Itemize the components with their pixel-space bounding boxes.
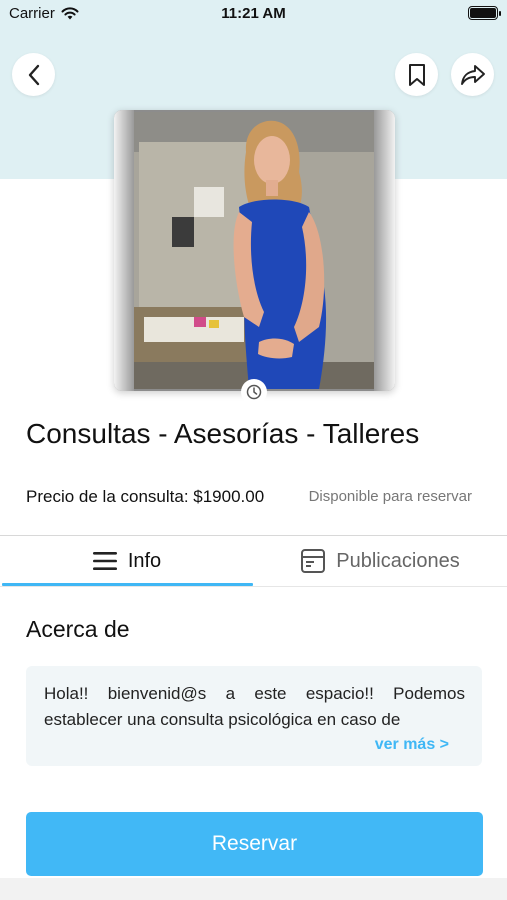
bookmark-icon <box>408 63 425 86</box>
chevron-left-icon <box>28 64 39 85</box>
back-button[interactable] <box>12 53 55 96</box>
share-button[interactable] <box>451 53 494 96</box>
availability-status: Disponible para reservar <box>308 488 472 505</box>
tab-info[interactable]: Info <box>0 537 253 585</box>
bottom-area <box>0 878 507 900</box>
about-text: Hola!! bienvenid@s a este espacio!! Pode… <box>44 684 465 729</box>
menu-lines-icon <box>92 552 117 570</box>
profile-photo-image <box>134 112 374 389</box>
about-card: Hola!! bienvenid@s a este espacio!! Pode… <box>26 666 482 766</box>
reserve-button[interactable]: Reservar <box>26 812 483 876</box>
profile-photo <box>114 110 395 391</box>
divider <box>0 535 507 536</box>
clock-icon <box>246 384 262 400</box>
about-title: Acerca de <box>26 616 130 642</box>
share-icon <box>460 64 485 85</box>
tab-info-label: Info <box>127 549 162 572</box>
see-more-link[interactable]: ver más > <box>375 736 449 754</box>
page-title: Consultas - Asesorías - Talleres <box>26 418 420 449</box>
status-time: 11:21 AM <box>221 5 286 22</box>
divider <box>0 586 507 587</box>
consultation-price: Precio de la consulta: $1900.00 <box>26 487 265 506</box>
tab-publicaciones-label: Publicaciones <box>336 549 460 572</box>
calendar-icon <box>301 549 326 573</box>
bookmark-button[interactable] <box>395 53 438 96</box>
status-bar: Carrier 11:21 AM <box>0 0 507 28</box>
tab-publicaciones[interactable]: Publicaciones <box>253 537 507 585</box>
battery-icon <box>468 6 501 20</box>
clock-badge <box>241 379 267 405</box>
